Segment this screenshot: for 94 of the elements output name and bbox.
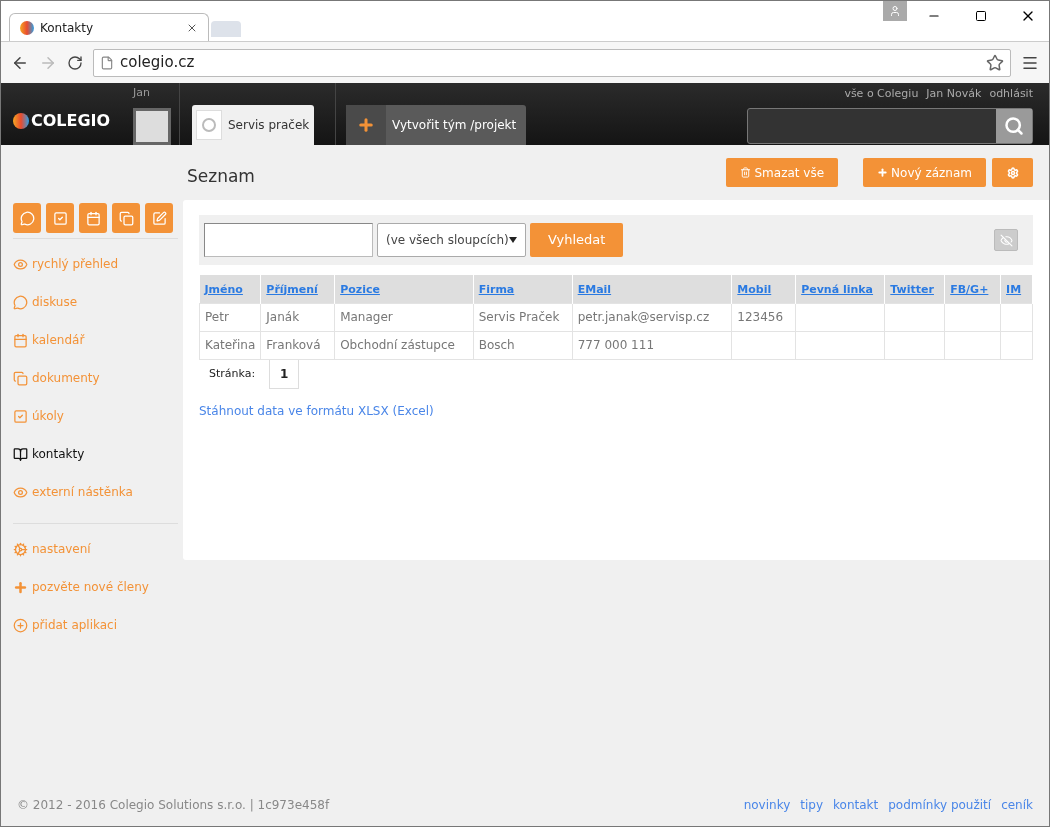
caret-icon [509,237,517,243]
column-header[interactable]: Jméno [204,282,243,296]
search-field[interactable] [747,107,1033,144]
column-header[interactable]: Pevná linka [801,282,874,296]
sidebar-item[interactable]: nastavení [32,540,91,558]
profile-button[interactable] [883,1,907,21]
page-icon [100,55,114,70]
plus-circle-icon [13,617,28,633]
speech-bubble-icon [13,294,28,310]
speech-bubble-button[interactable] [13,203,41,233]
footer-link[interactable]: kontakt [833,796,879,814]
trash-icon [740,167,752,178]
table-cell: 777 000 111 [577,338,654,352]
sidebar-item[interactable]: externí nástěnka [32,483,133,501]
plus-icon [357,116,375,134]
column-header[interactable]: Příjmení [266,282,318,296]
pagination-label: Stránka: [209,365,256,382]
sidebar-item[interactable]: rychlý přehled [32,255,119,273]
plus-icon [13,579,28,595]
checkbox-icon [52,210,68,226]
create-team-button[interactable]: Vytvořit tým /projekt [346,105,527,145]
column-select[interactable]: (ve všech sloupcích) [377,223,526,257]
maximize-icon[interactable] [975,10,987,22]
column-header[interactable]: Pozice [340,282,380,296]
footer-link[interactable]: podmínky použití [888,796,992,814]
column-header[interactable]: Twitter [890,282,934,296]
reload-icon[interactable] [67,54,83,71]
url-text: colegio.cz [120,52,196,74]
colegio-logo[interactable]: COLEGIO [13,109,111,133]
speech-bubble-icon [19,210,35,226]
edit-button[interactable] [145,203,173,233]
page-title: Seznam [187,164,256,188]
avatar[interactable] [133,107,171,145]
table-cell: 123456 [737,310,784,324]
checkbox-icon [13,408,28,424]
documents-icon [13,370,28,386]
sidebar-item[interactable]: kontakty [32,445,85,463]
column-header[interactable]: Mobil [737,282,772,296]
checkbox-button[interactable] [46,203,74,233]
tab-title: Kontakty [40,19,95,37]
footer-link[interactable]: ceník [1001,796,1033,814]
calendar-button[interactable] [79,203,107,233]
table-cell: Servis Praček [478,310,560,324]
table-cell: petr.janak@servisp.cz [577,310,710,324]
page-link[interactable]: 1 [269,359,300,389]
settings-icon [1006,166,1019,179]
user-name: Jan [133,85,151,101]
table-cell: Franková [266,338,321,352]
sidebar-item[interactable]: dokumenty [32,369,100,387]
table-cell: Bosch [478,338,515,352]
search-icon [1004,115,1024,136]
settings-button[interactable] [992,158,1033,187]
new-record-button[interactable]: Nový záznam [863,158,986,187]
browser-tab[interactable]: Kontakty [9,13,209,41]
sidebar-item[interactable]: úkoly [32,407,64,425]
book-icon [13,446,28,462]
search-button[interactable] [996,108,1032,143]
eye-icon [13,484,28,500]
table-cell: Janák [266,310,300,324]
address-bar[interactable]: colegio.cz [93,48,1011,77]
column-header[interactable]: IM [1006,282,1022,296]
table-cell: Petr [205,310,229,324]
column-header[interactable]: FB/G+ [950,282,989,296]
column-header[interactable]: EMail [577,282,612,296]
project-tab[interactable]: Servis praček [192,105,314,145]
edit-icon [151,210,167,226]
calendar-icon [13,332,28,348]
download-link[interactable]: Stáhnout data ve formátu XLSX (Excel) [199,401,1033,420]
header-link[interactable]: vše o Colegiu [844,86,919,103]
copyright-text: © 2012 - 2016 Colegio Solutions s.r.o. | 1c973e458f [17,797,331,814]
documents-button[interactable] [112,203,140,233]
settings-icon [13,541,28,557]
person-icon [889,5,901,17]
sidebar-item[interactable]: kalendář [32,331,85,349]
calendar-icon [85,210,101,226]
search-button[interactable]: Vyhledat [530,223,624,257]
plus-icon [877,167,889,178]
sidebar-item[interactable]: přidat aplikaci [32,616,118,634]
header-link[interactable]: odhlásit [989,86,1033,103]
footer-link[interactable]: tipy [800,796,824,814]
column-header[interactable]: Firma [478,282,515,296]
sidebar-item[interactable]: pozvěte nové členy [32,578,149,596]
eye-off-icon [999,233,1013,247]
eye-icon [13,256,28,272]
star-icon[interactable] [986,53,1004,72]
footer-link[interactable]: novinky [743,796,791,814]
table-cell: Kateřina [205,338,256,352]
table-cell: Obchodní zástupce [340,338,455,352]
table-cell: Manager [340,310,393,324]
delete-all-button[interactable]: Smazat vše [726,158,839,187]
sidebar-item[interactable]: diskuse [32,293,78,311]
header-link[interactable]: Jan Novák [926,86,982,103]
search-input[interactable] [204,223,373,257]
documents-icon [118,210,134,226]
